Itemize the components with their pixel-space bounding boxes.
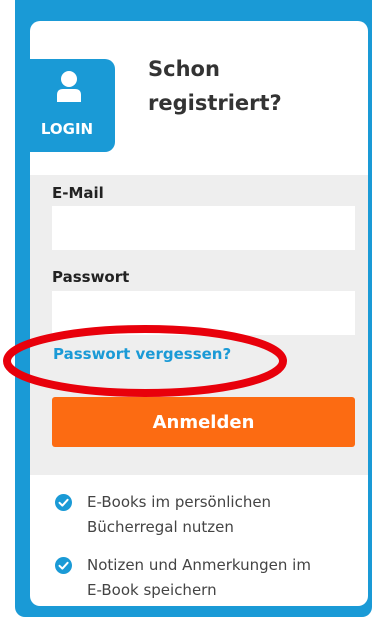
login-tab-label: LOGIN	[40, 120, 94, 138]
forgot-password-link[interactable]: Passwort vergessen?	[53, 345, 231, 363]
user-icon	[57, 71, 81, 102]
email-label: E-Mail	[52, 184, 104, 202]
password-field[interactable]	[52, 291, 355, 335]
heading-line-2: registriert?	[148, 91, 282, 115]
email-field[interactable]	[52, 206, 355, 250]
login-tab[interactable]	[18, 59, 115, 152]
page-title: Schon registriert?	[148, 52, 348, 120]
benefit-text-line-1: Notizen und Anmerkungen im	[87, 556, 311, 574]
benefit-text-line-2: E-Book speichern	[87, 581, 217, 599]
benefit-text-line-2: Bücherregal nutzen	[87, 518, 234, 536]
check-circle-icon	[55, 557, 72, 574]
login-submit-button[interactable]: Anmelden	[52, 397, 355, 447]
heading-line-1: Schon	[148, 57, 220, 81]
check-circle-icon	[55, 494, 72, 511]
benefit-text-line-1: E-Books im persönlichen	[87, 493, 272, 511]
password-label: Passwort	[52, 268, 130, 286]
